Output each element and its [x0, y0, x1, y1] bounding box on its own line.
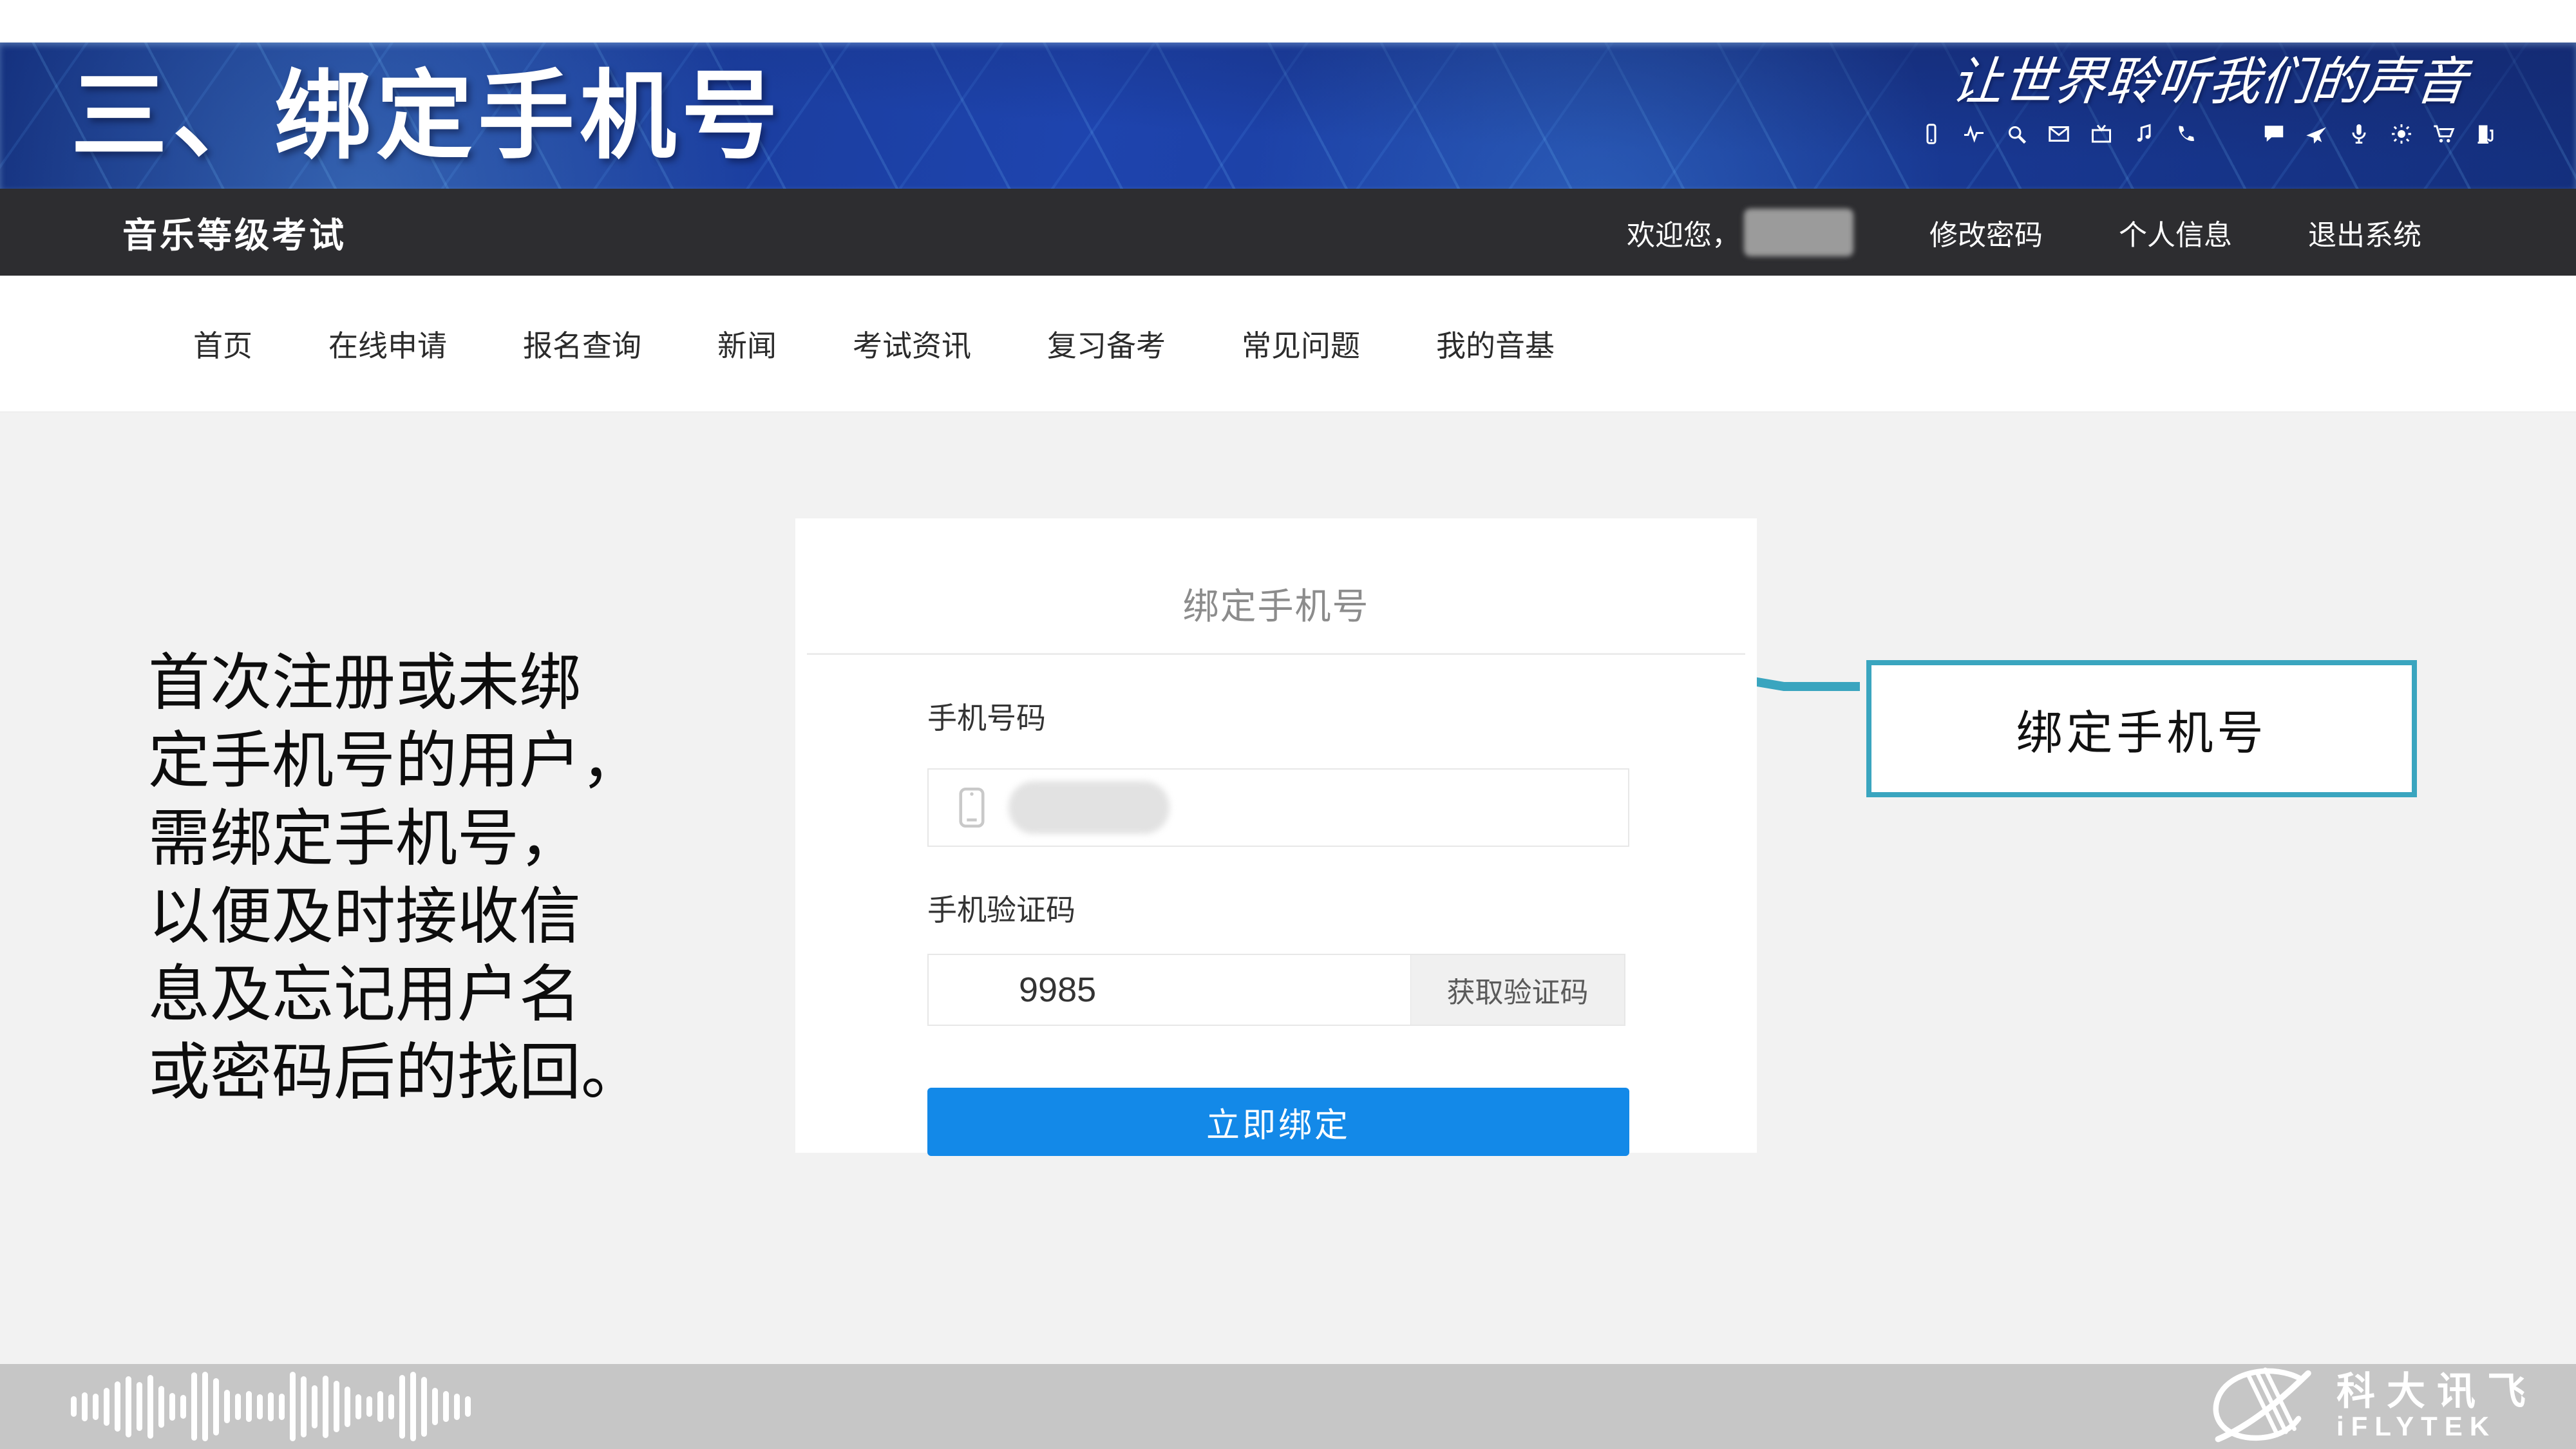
waveform-bar	[126, 1376, 131, 1437]
waveform-bar	[312, 1385, 317, 1428]
redacted-username	[1744, 209, 1853, 256]
callout-box: 绑定手机号	[1866, 660, 2417, 797]
user-links: 欢迎您， 修改密码 个人信息 退出系统	[1627, 209, 2421, 256]
waveform-bar	[410, 1372, 416, 1441]
main-nav: 首页 在线申请 报名查询 新闻 考试资讯 复习备考 常见问题 我的音基	[0, 276, 2576, 412]
nav-item-home[interactable]: 首页	[193, 323, 252, 365]
waveform-bar	[366, 1396, 372, 1417]
nav-item-faq[interactable]: 常见问题	[1242, 323, 1360, 365]
sms-code-row: 获取验证码	[927, 954, 1625, 1026]
nav-item-exam-info[interactable]: 考试资讯	[853, 323, 971, 365]
waveform-bar	[268, 1392, 274, 1421]
waveform-bar	[180, 1395, 186, 1419]
phone-handset-icon	[2175, 122, 2198, 146]
nav-item-review-prep[interactable]: 复习备考	[1047, 323, 1166, 365]
tv-icon	[2090, 122, 2113, 146]
footer: 科大讯飞 iFLYTEK	[0, 1364, 2576, 1449]
sun-icon	[2390, 122, 2413, 146]
description-text: 首次注册或未绑 定手机号的用户， 需绑定手机号， 以便及时接收信 息及忘记用户名…	[148, 644, 792, 1112]
redacted-phone-number	[1009, 781, 1170, 834]
waveform-bar	[169, 1393, 175, 1421]
waveform-bar	[246, 1391, 252, 1422]
slide: 三、绑定手机号 让世界聆听我们的声音 音乐等级考试 欢迎您， 修改密码 个人信息…	[0, 0, 2576, 1449]
waveform-bar	[290, 1372, 296, 1441]
phone-number-input[interactable]	[927, 768, 1629, 847]
personal-info-link[interactable]: 个人信息	[2119, 212, 2232, 253]
iflytek-logo-text: 科大讯飞 iFLYTEK	[2336, 1371, 2537, 1441]
iflytek-swoosh-icon	[2196, 1367, 2325, 1446]
audio-waveform-icon	[71, 1370, 471, 1443]
waveform-bar	[432, 1388, 438, 1425]
bind-now-button[interactable]: 立即绑定	[927, 1088, 1629, 1156]
waveform-bar	[465, 1396, 471, 1417]
waveform-bar	[421, 1377, 427, 1437]
iflytek-en-name: iFLYTEK	[2336, 1412, 2537, 1441]
waveform-bar	[147, 1375, 153, 1439]
waveform-bar	[104, 1388, 109, 1426]
waveform-bar	[377, 1391, 383, 1422]
sms-code-input[interactable]	[929, 955, 1410, 1025]
waveform-bar	[213, 1378, 219, 1435]
smartphone-icon	[957, 786, 987, 829]
fuel-pump-icon	[2475, 122, 2498, 146]
site-brand: 音乐等级考试	[122, 207, 346, 258]
phone-number-label: 手机号码	[927, 695, 1626, 737]
pulse-icon	[1962, 122, 1985, 146]
sms-code-label: 手机验证码	[927, 887, 1626, 929]
banner: 三、绑定手机号 让世界聆听我们的声音	[0, 43, 2576, 189]
waveform-bar	[93, 1394, 99, 1420]
logout-link[interactable]: 退出系统	[2308, 212, 2421, 253]
waveform-bar	[454, 1394, 460, 1420]
bind-phone-form: 手机号码 手机验证码 获取验证码 立即绑定	[795, 695, 1757, 1156]
slogan-calligraphy: 让世界聆听我们的声音	[1890, 52, 2528, 113]
waveform-bar	[224, 1390, 230, 1423]
nav-item-online-application[interactable]: 在线申请	[328, 323, 447, 365]
waveform-bar	[279, 1394, 285, 1420]
waveform-bar	[388, 1394, 394, 1419]
welcome-text: 欢迎您，	[1627, 209, 1853, 256]
user-bar: 音乐等级考试 欢迎您， 修改密码 个人信息 退出系统	[0, 189, 2576, 276]
waveform-bar	[82, 1392, 88, 1421]
search-icon	[2005, 122, 2028, 146]
airplane-icon	[2305, 122, 2328, 146]
music-note-icon	[2132, 122, 2155, 146]
waveform-bar	[399, 1375, 405, 1439]
waveform-bar	[257, 1394, 263, 1419]
waveform-bar	[71, 1396, 77, 1417]
waveform-bar	[355, 1394, 361, 1419]
microphone-icon	[2347, 122, 2371, 146]
shopping-cart-icon	[2432, 122, 2456, 146]
card-title-divider	[807, 653, 1745, 655]
get-code-button[interactable]: 获取验证码	[1410, 955, 1624, 1025]
waveform-bar	[115, 1381, 120, 1432]
chat-bubble-icon	[2262, 122, 2286, 146]
waveform-bar	[158, 1386, 164, 1428]
waveform-bar	[443, 1391, 449, 1422]
iflytek-cn-name: 科大讯飞	[2336, 1371, 2537, 1412]
waveform-bar	[334, 1381, 339, 1432]
bind-phone-card: 绑定手机号 手机号码 手机验证码 获取验证码 立即绑定	[795, 518, 1757, 1153]
waveform-bar	[235, 1394, 241, 1420]
mail-icon	[2047, 122, 2070, 146]
nav-item-news[interactable]: 新闻	[717, 323, 777, 365]
waveform-bar	[345, 1387, 350, 1427]
waveform-bar	[202, 1372, 208, 1441]
change-password-link[interactable]: 修改密码	[1929, 212, 2043, 253]
waveform-bar	[323, 1376, 328, 1438]
waveform-bar	[191, 1372, 197, 1441]
welcome-prefix: 欢迎您，	[1627, 212, 1740, 253]
slogan-icon-row	[1893, 122, 2524, 146]
mobile-phone-icon	[1920, 122, 1943, 146]
nav-item-my-yinji[interactable]: 我的音基	[1436, 323, 1555, 365]
iflytek-logo: 科大讯飞 iFLYTEK	[2196, 1367, 2537, 1446]
iflytek-slogan-block: 让世界聆听我们的声音	[1893, 52, 2524, 146]
section-title: 三、绑定手机号	[71, 68, 783, 164]
content-area: 首次注册或未绑 定手机号的用户， 需绑定手机号， 以便及时接收信 息及忘记用户名…	[0, 412, 2576, 1364]
callout-label: 绑定手机号	[2016, 695, 2267, 762]
card-title: 绑定手机号	[795, 578, 1757, 630]
nav-item-registration-query[interactable]: 报名查询	[523, 323, 641, 365]
waveform-bar	[301, 1376, 307, 1437]
waveform-bar	[137, 1382, 142, 1431]
